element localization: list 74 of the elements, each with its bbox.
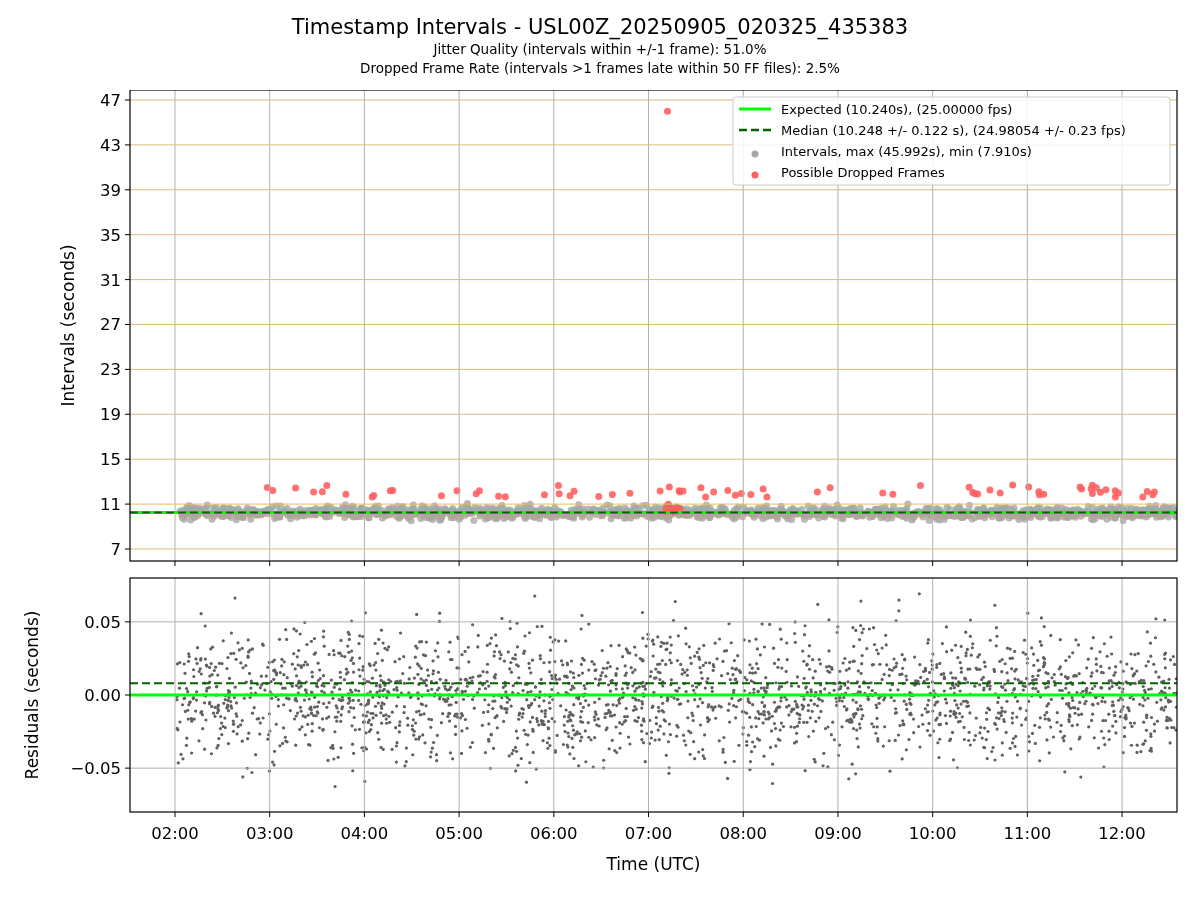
- line-swatch-icon: [739, 107, 771, 111]
- y-tick-label: 0.00: [84, 686, 121, 705]
- tick-mark: [1121, 811, 1123, 818]
- tick-mark: [124, 548, 131, 550]
- tick-mark: [837, 560, 839, 567]
- tick-mark: [124, 621, 131, 623]
- tick-mark: [124, 368, 131, 370]
- legend-label: Intervals, max (45.992s), min (7.910s): [781, 143, 1032, 159]
- tick-mark: [124, 767, 131, 769]
- tick-mark: [174, 560, 176, 567]
- x-tick-label: 12:00: [1098, 824, 1146, 843]
- x-tick-label: 02:00: [151, 824, 199, 843]
- tick-mark: [269, 560, 271, 567]
- chart-subtitle: Dropped Frame Rate (intervals >1 frames late within 50 FF files): 2.5%: [360, 59, 840, 78]
- x-tick-label: 10:00: [908, 824, 957, 843]
- outlier-point: [663, 107, 671, 115]
- x-tick-label: 09:00: [814, 824, 862, 843]
- x-tick-label: 07:00: [624, 824, 673, 843]
- tick-mark: [1026, 811, 1028, 818]
- y-tick-label: −0.05: [70, 759, 121, 779]
- y-tick-label: 15: [100, 450, 121, 470]
- tick-mark: [648, 811, 650, 818]
- tick-mark: [648, 560, 650, 567]
- tick-mark: [363, 560, 365, 567]
- y-axis-label: Intervals (seconds): [58, 244, 78, 407]
- y-tick-label: 43: [100, 135, 121, 155]
- tick-mark: [174, 811, 176, 818]
- tick-mark: [458, 560, 460, 567]
- tick-mark: [124, 413, 131, 415]
- tick-mark: [363, 811, 365, 818]
- tick-mark: [124, 279, 131, 281]
- tick-mark: [269, 811, 271, 818]
- tick-mark: [932, 811, 934, 818]
- x-tick-label: 04:00: [340, 824, 389, 843]
- legend-label: Possible Dropped Frames: [781, 164, 945, 180]
- tick-mark: [742, 560, 744, 567]
- y-tick-label: 27: [100, 315, 121, 335]
- tick-mark: [124, 503, 131, 505]
- tick-mark: [1121, 560, 1123, 567]
- tick-mark: [553, 560, 555, 567]
- y-tick-label: 35: [100, 225, 121, 245]
- tick-mark: [1026, 560, 1028, 567]
- y-tick-label: 7: [110, 540, 121, 559]
- tick-mark: [124, 189, 131, 191]
- x-tick-label: 05:00: [435, 824, 483, 843]
- x-axis-label: Time (UTC): [606, 854, 701, 874]
- legend-label: Expected (10.240s), (25.00000 fps): [781, 101, 1013, 117]
- tick-mark: [124, 144, 131, 146]
- x-tick-label: 08:00: [719, 824, 767, 843]
- x-tick-label: 11:00: [1003, 824, 1052, 843]
- tick-mark: [124, 99, 131, 101]
- dashed-line-swatch-icon: [739, 128, 771, 132]
- y-axis-label: Residuals (seconds): [22, 610, 42, 780]
- chart-title: Timestamp Intervals - USL00Z_20250905_020325_435383: [291, 14, 909, 40]
- x-tick-label: 03:00: [245, 824, 294, 843]
- tick-mark: [932, 560, 934, 567]
- x-tick-label: 06:00: [530, 824, 578, 843]
- chart-subtitle: Jitter Quality (intervals within +/-1 frame): 51.0%: [433, 40, 767, 59]
- y-tick-label: 23: [100, 360, 121, 380]
- y-tick-label: 31: [100, 270, 121, 290]
- tick-mark: [837, 811, 839, 818]
- tick-mark: [742, 811, 744, 818]
- tick-mark: [553, 811, 555, 818]
- tick-mark: [124, 324, 131, 325]
- tick-mark: [124, 694, 131, 696]
- y-tick-label: 19: [100, 405, 121, 425]
- y-tick-label: 39: [100, 180, 121, 200]
- y-tick-label: 0.05: [84, 612, 121, 632]
- legend-label: Median (10.248 +/- 0.122 s), (24.98054 +/- 0.23 fps): [781, 122, 1126, 138]
- tick-mark: [124, 458, 131, 460]
- y-tick-label: 47: [100, 91, 121, 110]
- tick-mark: [124, 234, 131, 236]
- tick-mark: [458, 811, 460, 818]
- y-tick-label: 11: [100, 495, 121, 515]
